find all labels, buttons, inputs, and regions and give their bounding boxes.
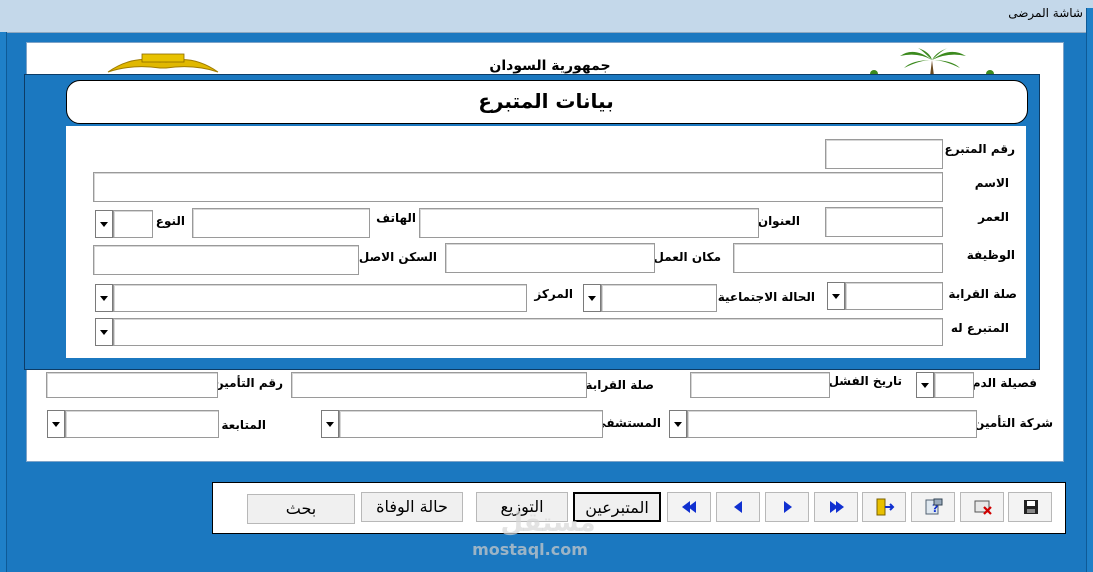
relation-label: صلة القرابة [948, 287, 1017, 301]
first-record-button[interactable] [667, 492, 711, 522]
age-label: العمر [978, 210, 1009, 224]
emblem-logo [107, 53, 219, 73]
previous-record-icon [717, 493, 759, 521]
failure-date-label: تاريخ الفشل [828, 374, 902, 388]
insurance-number-field[interactable] [46, 372, 218, 398]
last-record-icon [815, 493, 857, 521]
name-field[interactable] [93, 172, 943, 202]
blood-type-field[interactable] [934, 372, 974, 398]
donor-number-field[interactable] [825, 139, 943, 169]
donor-number-label: رقم المتبرع [944, 142, 1015, 156]
followup-field[interactable] [65, 410, 219, 438]
marital-status-label: الحالة الاجتماعية [717, 290, 815, 304]
phone-label: الهاتف [376, 211, 416, 225]
death-case-button[interactable]: حالة الوفاة [361, 492, 463, 522]
insurance-company-dropdown-button[interactable] [669, 410, 687, 438]
gender-label: النوع [155, 214, 185, 228]
window-titlebar [0, 0, 1093, 33]
previous-record-button[interactable] [716, 492, 760, 522]
first-record-icon [668, 493, 710, 521]
gender-dropdown-button[interactable] [95, 210, 113, 238]
marital-status-field[interactable] [601, 284, 717, 312]
hospital-field[interactable] [339, 410, 603, 438]
help-icon: ? [925, 498, 943, 515]
government-title: جمهورية السودان [489, 58, 611, 74]
insurance-company-label: شركة التأمين [974, 416, 1053, 430]
delete-icon [974, 500, 992, 515]
window-title: شاشة المرضى [1008, 6, 1083, 20]
relation-dropdown-button[interactable] [827, 282, 845, 310]
insurance-number-label: رقم التأمين [213, 376, 283, 390]
window-right-edge [1086, 8, 1093, 572]
exit-button[interactable] [862, 492, 906, 522]
hospital-dropdown-button[interactable] [321, 410, 339, 438]
last-record-button[interactable] [814, 492, 858, 522]
workplace-label: مكان العمل [653, 250, 721, 264]
donated-to-dropdown-button[interactable] [95, 318, 113, 346]
donated-to-field[interactable] [113, 318, 943, 346]
window-left-edge [0, 32, 7, 572]
search-button[interactable]: بحث [247, 494, 355, 524]
job-field[interactable] [733, 243, 943, 273]
next-record-button[interactable] [765, 492, 809, 522]
marital-status-dropdown-button[interactable] [583, 284, 601, 312]
job-label: الوظيفة [966, 248, 1015, 262]
donated-to-label: المتبرع له [950, 321, 1009, 335]
gender-field[interactable] [113, 210, 153, 238]
address-label: العنوان [757, 214, 800, 228]
address-field[interactable] [419, 208, 759, 238]
relation-field[interactable] [845, 282, 943, 310]
exit-icon [876, 498, 895, 516]
save-button[interactable] [1008, 492, 1052, 522]
hospital-label: المستشفى [594, 416, 661, 430]
original-residence-label: السكن الاصل [358, 250, 437, 264]
failure-date-field[interactable] [690, 372, 830, 398]
followup-label: المتابعة [221, 418, 266, 432]
name-label: الاسم [974, 176, 1009, 190]
watermark-text: mostaql.com [472, 540, 588, 559]
phone-field[interactable] [192, 208, 370, 238]
donor-form-title: بيانات المتبرع [478, 89, 614, 113]
age-field[interactable] [825, 207, 943, 237]
followup-dropdown-button[interactable] [47, 410, 65, 438]
workplace-field[interactable] [445, 243, 655, 273]
original-residence-field[interactable] [93, 245, 359, 275]
patient-relation-label: صلة القرابة [585, 378, 654, 392]
help-button[interactable]: ? [911, 492, 955, 522]
insurance-company-field[interactable] [687, 410, 977, 438]
blood-type-dropdown-button[interactable] [916, 372, 934, 398]
watermark-logo: مستقل [500, 508, 596, 538]
center-dropdown-button[interactable] [95, 284, 113, 312]
center-field[interactable] [113, 284, 527, 312]
center-label: المركز [534, 287, 573, 301]
blood-type-label: فصيلة الدم [971, 376, 1037, 390]
delete-button[interactable] [960, 492, 1004, 522]
save-icon [1024, 500, 1038, 514]
next-record-icon [766, 493, 808, 521]
patient-relation-field[interactable] [291, 372, 587, 398]
